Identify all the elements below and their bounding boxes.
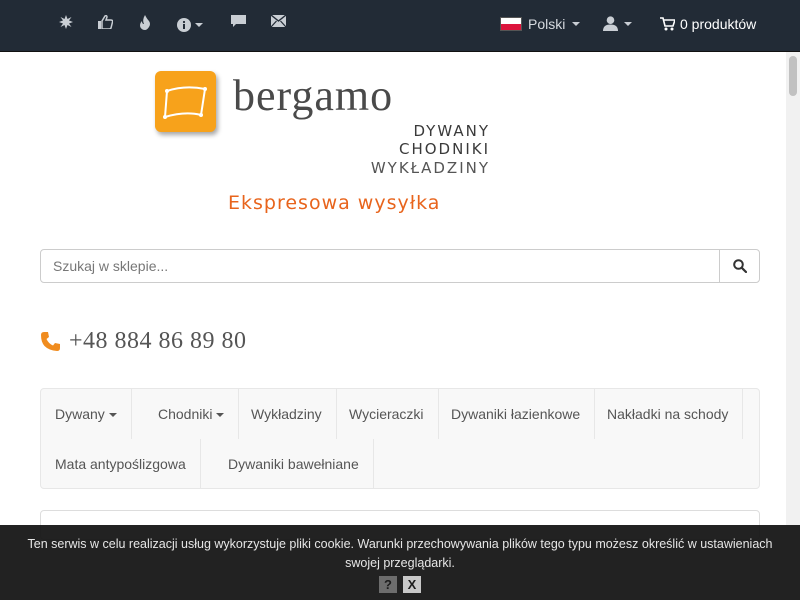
- nav-item-label: Nakładki na schody: [607, 406, 729, 422]
- language-label: Polski: [528, 16, 566, 32]
- tagline: Ekspresowa wysyłka: [228, 192, 441, 214]
- nav-item-chodniki[interactable]: Chodniki: [144, 389, 240, 439]
- search-bar: [40, 249, 760, 283]
- cart-label: 0 produktów: [680, 16, 757, 32]
- logo-name[interactable]: bergamo: [233, 70, 393, 121]
- poland-flag-icon: [500, 17, 522, 31]
- user-menu[interactable]: [603, 16, 632, 31]
- nav-item-label: Wykładziny: [251, 406, 322, 422]
- info-icon[interactable]: [177, 15, 203, 35]
- language-selector[interactable]: Polski: [500, 16, 581, 32]
- thumbs-up-icon[interactable]: [98, 15, 113, 29]
- nav-item-dywaniki-lazienkowe[interactable]: Dywaniki łazienkowe: [437, 389, 596, 439]
- nav-item-wycieraczki[interactable]: Wycieraczki: [335, 389, 439, 439]
- nav-item-label: Dywaniki bawełniane: [228, 456, 359, 472]
- cart-button[interactable]: 0 produktów: [660, 16, 756, 32]
- nav-item-label: Dywany: [55, 406, 105, 422]
- chevron-down-icon: [195, 23, 203, 28]
- cookie-text: Ten serwis w celu realizacji usług wykor…: [27, 537, 773, 570]
- phone-number: +48 884 86 89 80: [69, 328, 247, 354]
- nav-item-mata-antyposlizgowa[interactable]: Mata antypoślizgowa: [41, 439, 201, 489]
- logo-line-wykladziny: WYKŁADZINY: [370, 159, 490, 177]
- logo-line-dywany: DYWANY: [413, 122, 490, 140]
- user-icon: [603, 16, 618, 31]
- shopping-cart-icon: [660, 17, 675, 31]
- cookie-close-button[interactable]: X: [403, 576, 421, 593]
- chevron-down-icon: [624, 21, 632, 26]
- search-button[interactable]: [719, 250, 759, 282]
- nav-item-label: Dywaniki łazienkowe: [451, 406, 581, 422]
- envelope-icon[interactable]: [271, 15, 286, 27]
- search-input[interactable]: [41, 250, 719, 282]
- search-icon: [732, 259, 747, 273]
- nav-item-dywany[interactable]: Dywany: [41, 389, 132, 439]
- contact-phone[interactable]: +48 884 86 89 80: [40, 328, 247, 355]
- chevron-down-icon: [572, 22, 581, 26]
- scrollbar-thumb[interactable]: [789, 56, 797, 96]
- comment-icon[interactable]: [231, 15, 246, 28]
- fire-icon[interactable]: [139, 15, 151, 30]
- nav-item-label: Chodniki: [158, 406, 213, 422]
- cookie-help-button[interactable]: ?: [379, 576, 397, 593]
- category-nav: Dywany Chodniki Wykładziny Wycieraczki D…: [40, 388, 760, 489]
- page-scrollbar[interactable]: [786, 52, 800, 525]
- top-navbar: Polski 0 produktów: [0, 0, 800, 52]
- nav-item-nakladki-na-schody[interactable]: Nakładki na schody: [593, 389, 744, 439]
- nav-item-label: Mata antypoślizgowa: [55, 456, 186, 472]
- phone-icon: [41, 332, 60, 351]
- nav-item-label: Wycieraczki: [349, 406, 424, 422]
- chevron-down-icon: [216, 413, 225, 418]
- nav-item-wykladziny[interactable]: Wykładziny: [237, 389, 337, 439]
- cookie-banner: Ten serwis w celu realizacji usług wykor…: [0, 525, 800, 600]
- nav-item-dywaniki-bawelniane[interactable]: Dywaniki bawełniane: [214, 439, 374, 489]
- new-icon[interactable]: [59, 15, 73, 29]
- chevron-down-icon: [108, 413, 117, 418]
- logo-line-chodniki: CHODNIKI: [398, 140, 490, 158]
